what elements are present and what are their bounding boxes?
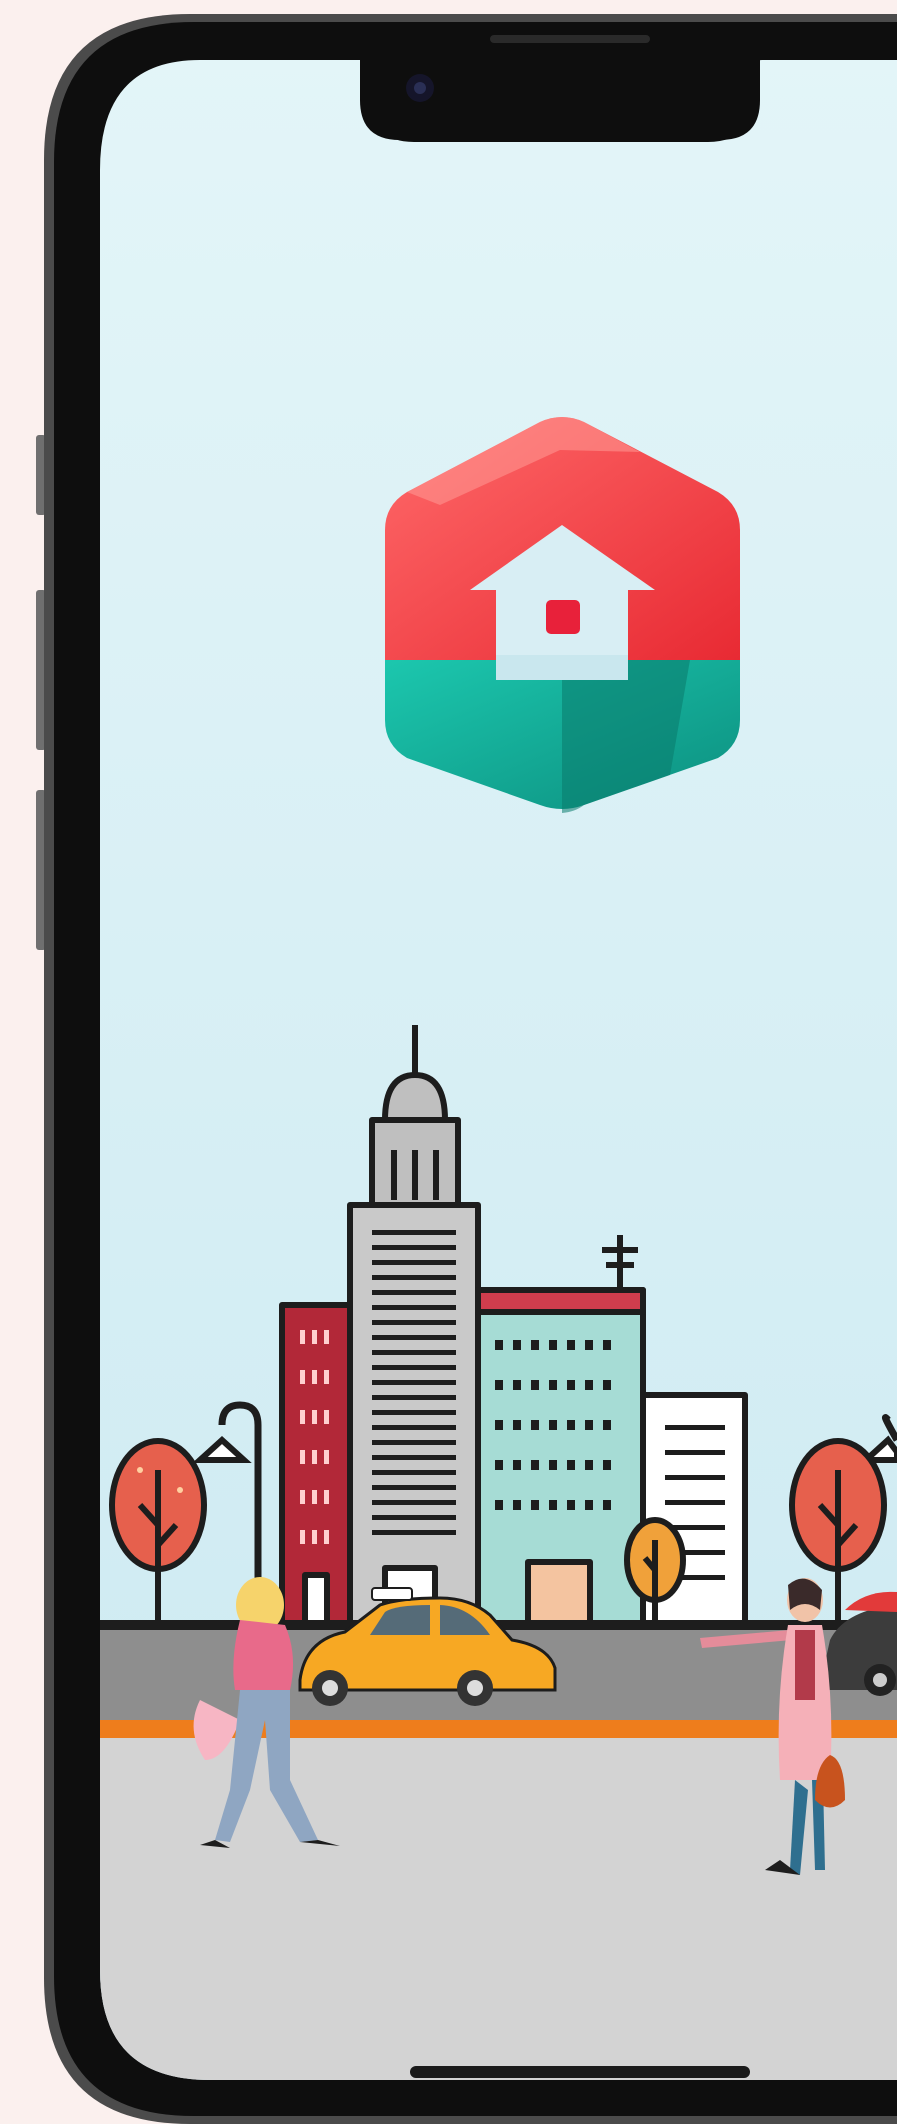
house-hexagon-logo-icon: [385, 417, 740, 813]
speaker-grille: [490, 35, 650, 43]
screen: [100, 60, 897, 2080]
notch: [360, 35, 760, 140]
sidewalk: [100, 1738, 897, 2080]
home-indicator-bar[interactable]: [410, 2066, 750, 2078]
phone-frame: [0, 0, 897, 2124]
